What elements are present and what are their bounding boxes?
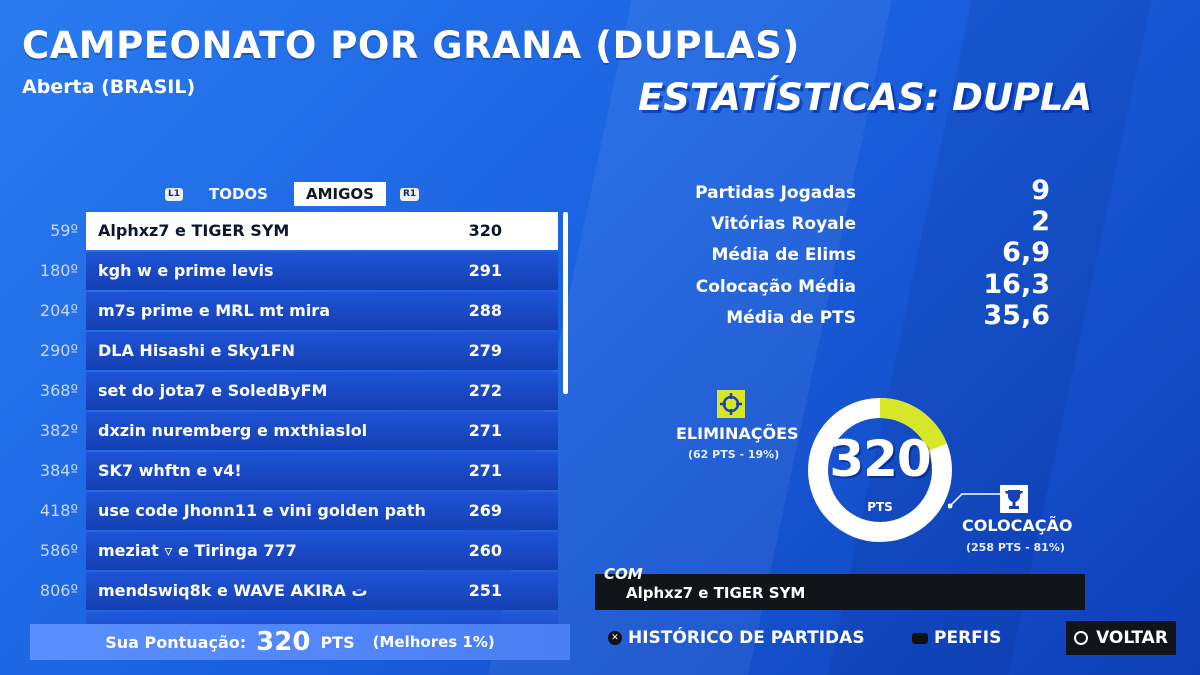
back-button[interactable]: VOLTAR	[1066, 621, 1176, 655]
r1-key-icon[interactable]: R1	[399, 187, 420, 201]
page-subtitle: Aberta (BRASIL)	[22, 76, 196, 98]
profiles-button[interactable]: PERFIS	[912, 628, 1001, 648]
crosshair-icon	[717, 390, 745, 418]
score-value: 320	[256, 627, 311, 657]
row-team-name: mendswiq8k e WAVE AKIRA ت	[98, 581, 368, 600]
row-rank: 586º	[39, 541, 78, 560]
row-points: 279	[468, 341, 502, 360]
stat-value: 16,3	[983, 269, 1050, 300]
tab-todos[interactable]: TODOS	[197, 182, 280, 206]
row-rank: 290º	[39, 341, 78, 360]
stat-value: 2	[1031, 206, 1050, 237]
row-rank: 59º	[50, 221, 78, 240]
row-rank: 204º	[39, 301, 78, 320]
stat-label: Partidas Jogadas	[695, 183, 856, 203]
stat-value: 35,6	[983, 300, 1050, 331]
row-points: 271	[468, 421, 502, 440]
row-team-name: kgh w e prime levis	[98, 261, 274, 280]
match-history-label: HISTÓRICO DE PARTIDAS	[628, 628, 865, 648]
leaderboard-row[interactable]: 290º DLA Hisashi e Sky1FN 279	[30, 332, 558, 370]
leaderboard-row[interactable]: 180º kgh w e prime levis 291	[30, 252, 558, 290]
row-team-name: use code Jhonn11 e vini golden path	[98, 501, 426, 520]
donut-total: 320	[829, 430, 931, 488]
leaderboard-tabs: L1 TODOS AMIGOS R1	[165, 180, 420, 208]
l1-key-icon[interactable]: L1	[165, 187, 183, 201]
row-points: 260	[468, 541, 502, 560]
row-rank: 382º	[39, 421, 78, 440]
stat-label: Vitórias Royale	[711, 214, 856, 234]
row-team-name: set do jota7 e SoledByFM	[98, 381, 328, 400]
elims-legend-title: ELIMINAÇÕES	[676, 424, 799, 443]
team-name: Alphxz7 e TIGER SYM	[626, 584, 806, 602]
tab-amigos[interactable]: AMIGOS	[294, 182, 386, 206]
row-team-name: SK7 whftn e v4!	[98, 461, 242, 480]
row-team-name: Alphxz7 e TIGER SYM	[98, 221, 290, 240]
stats-title: ESTATÍSTICAS: DUPLA	[638, 76, 1093, 119]
score-label: Sua Pontuação:	[105, 632, 247, 652]
profiles-label: PERFIS	[934, 628, 1002, 648]
your-score-bar: Sua Pontuação: 320 PTS (Melhores 1%)	[30, 624, 570, 660]
row-rank: 806º	[39, 581, 78, 600]
touchpad-icon	[912, 632, 928, 644]
circle-button-icon	[1074, 631, 1089, 645]
stat-value: 6,9	[1002, 237, 1050, 268]
row-points: 272	[468, 381, 502, 400]
leaderboard-row[interactable]: 382º dxzin nuremberg e mxthiaslol 271	[30, 412, 558, 450]
score-percentile: (Melhores 1%)	[372, 633, 495, 651]
row-points: 288	[468, 301, 502, 320]
leaderboard-row[interactable]: 368º set do jota7 e SoledByFM 272	[30, 372, 558, 410]
team-tag: COM	[604, 565, 643, 583]
donut-unit: PTS	[867, 500, 893, 514]
row-team-name: dxzin nuremberg e mxthiaslol	[98, 421, 368, 440]
elims-legend-sub: (62 PTS - 19%)	[688, 448, 780, 461]
leaderboard-scrollbar[interactable]	[563, 212, 568, 394]
row-rank: 384º	[39, 461, 78, 480]
row-points: 320	[468, 221, 502, 240]
leaderboard-list: 59º Alphxz7 e TIGER SYM 320 180º kgh w e…	[30, 210, 570, 660]
leaderboard-row[interactable]: 418º use code Jhonn11 e vini golden path…	[30, 492, 558, 530]
match-history-button[interactable]: ✕ HISTÓRICO DE PARTIDAS	[608, 628, 865, 648]
row-points: 251	[468, 581, 502, 600]
leaderboard-row[interactable]: 204º m7s prime e MRL mt mira 288	[30, 292, 558, 330]
row-rank: 418º	[39, 501, 78, 520]
placement-legend-sub: (258 PTS - 81%)	[966, 541, 1065, 554]
leaderboard-row[interactable]: 59º Alphxz7 e TIGER SYM 320	[30, 212, 558, 250]
row-rank: 180º	[39, 261, 78, 280]
placement-leader-line	[948, 493, 1004, 509]
stat-label: Média de PTS	[726, 308, 856, 328]
placement-legend-title: COLOCAÇÃO	[962, 516, 1073, 535]
row-points: 271	[468, 461, 502, 480]
leaderboard-row[interactable]: 586º meziat ▿ e Tiringa 777 260	[30, 532, 558, 570]
row-points: 291	[468, 261, 502, 280]
stat-value: 9	[1031, 175, 1050, 206]
cross-button-icon: ✕	[608, 631, 622, 645]
row-team-name: meziat ▿ e Tiringa 777	[98, 541, 297, 560]
leaderboard-row[interactable]: 384º SK7 whftn e v4! 271	[30, 452, 558, 490]
row-points: 269	[468, 501, 502, 520]
score-unit: PTS	[320, 632, 355, 652]
row-team-name: m7s prime e MRL mt mira	[98, 301, 330, 320]
page-title: CAMPEONATO POR GRANA (DUPLAS)	[22, 24, 800, 67]
stat-label: Colocação Média	[695, 277, 856, 297]
back-label: VOLTAR	[1096, 628, 1168, 648]
leaderboard-row[interactable]: 806º mendswiq8k e WAVE AKIRA ت 251	[30, 572, 558, 610]
row-rank: 368º	[39, 381, 78, 400]
stat-label: Média de Elims	[711, 245, 856, 265]
row-team-name: DLA Hisashi e Sky1FN	[98, 341, 296, 360]
